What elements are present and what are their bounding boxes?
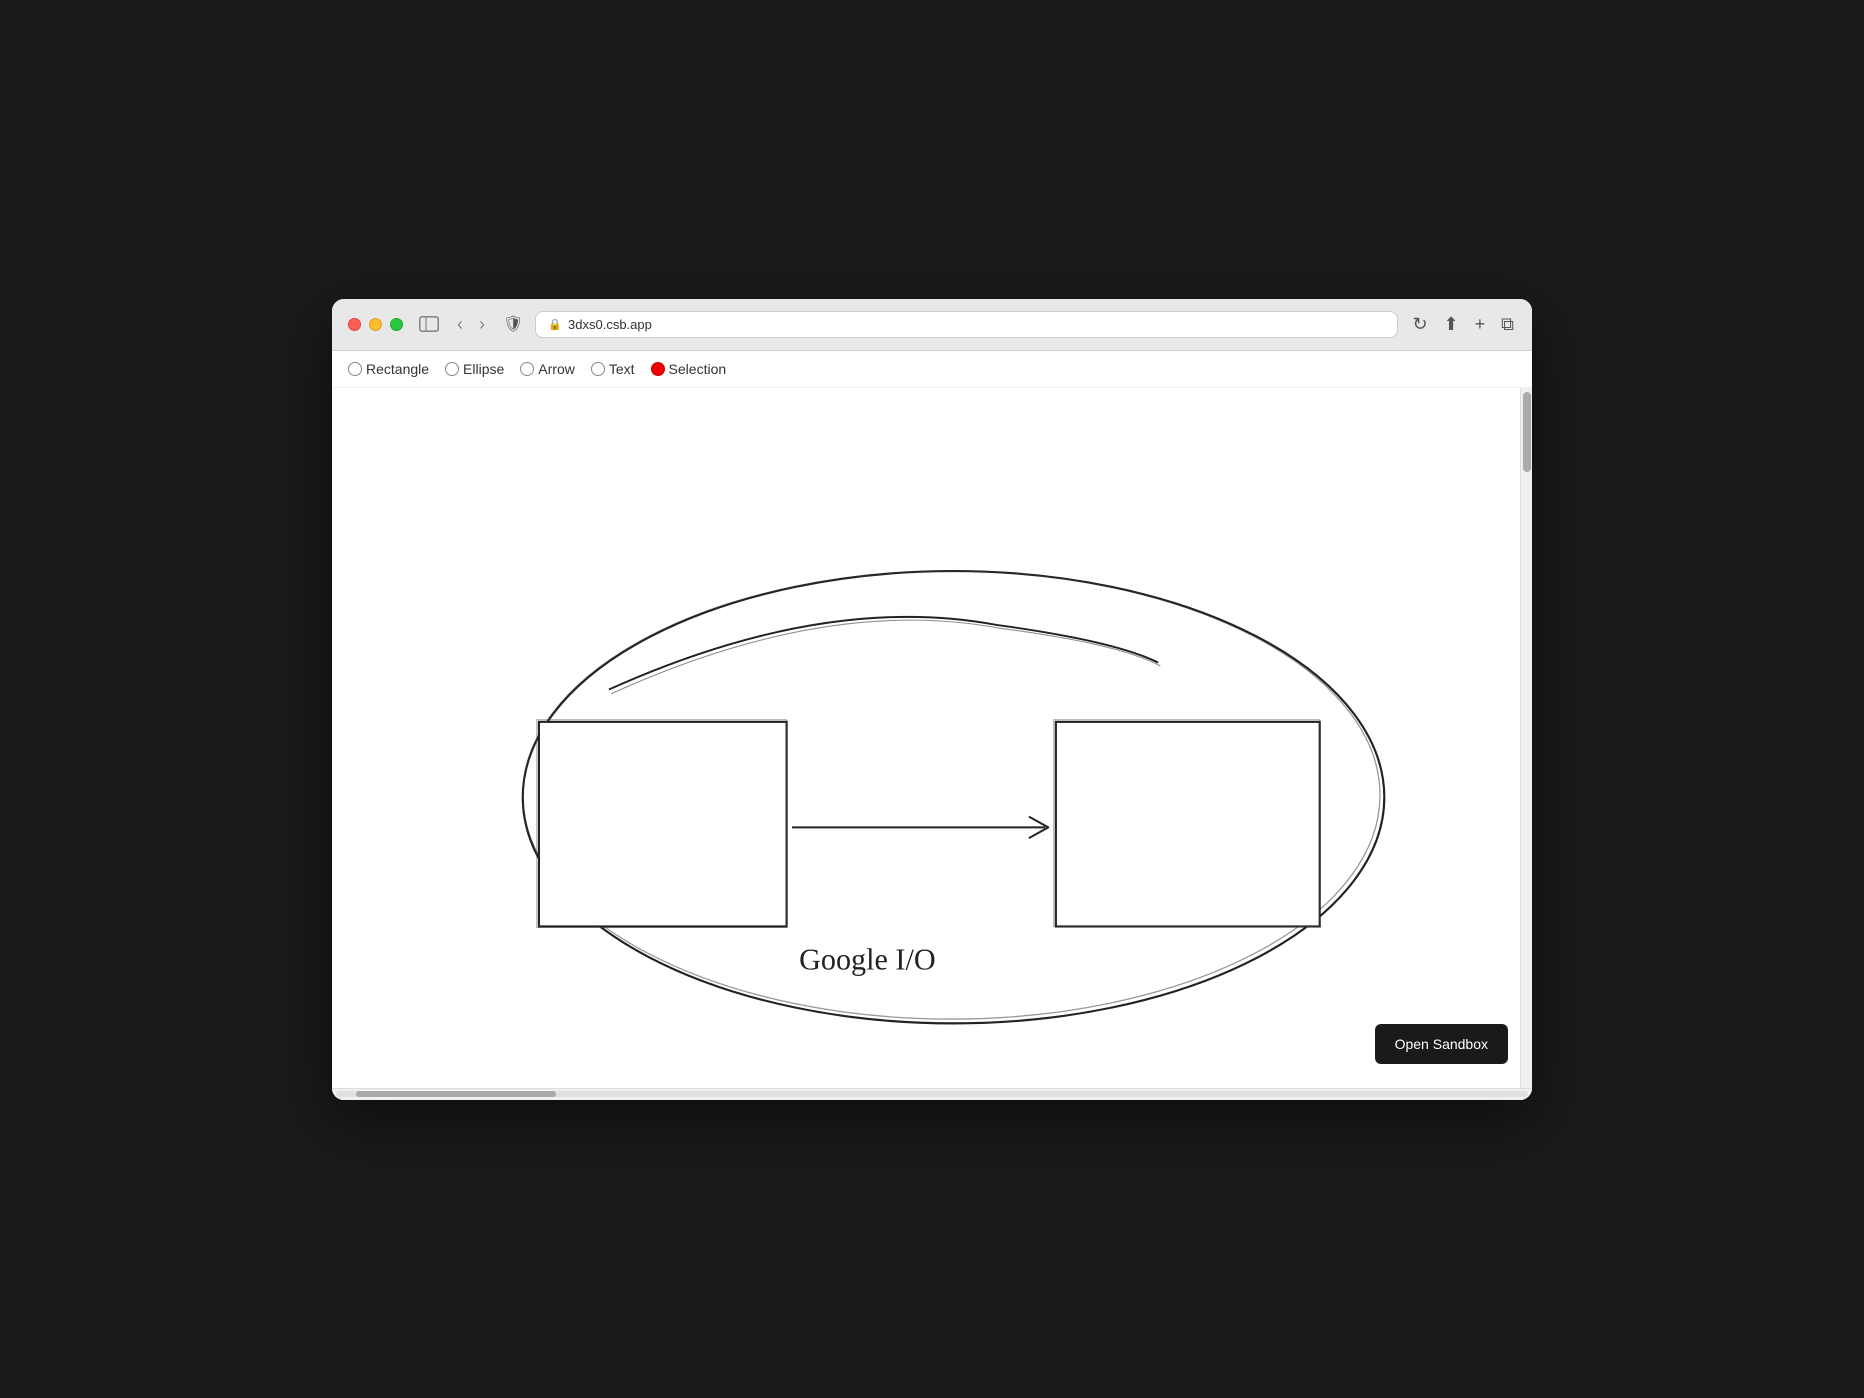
text-radio[interactable]: [591, 362, 605, 376]
arrow-label: Arrow: [538, 361, 575, 377]
tabs-button[interactable]: ⧉: [1499, 312, 1516, 337]
rectangle-label: Rectangle: [366, 361, 429, 377]
tool-arrow[interactable]: Arrow: [520, 361, 575, 377]
tool-ellipse[interactable]: Ellipse: [445, 361, 504, 377]
lock-icon: 🔒: [548, 318, 562, 331]
maximize-button[interactable]: [390, 318, 403, 331]
nav-buttons: ‹ ›: [451, 312, 491, 337]
arrow-radio[interactable]: [520, 362, 534, 376]
new-tab-button[interactable]: +: [1473, 312, 1488, 337]
rectangle-radio[interactable]: [348, 362, 362, 376]
tool-selection[interactable]: Selection: [651, 361, 727, 377]
close-button[interactable]: [348, 318, 361, 331]
reload-button[interactable]: ↻: [1410, 312, 1429, 337]
right-scrollbar-thumb[interactable]: [1523, 392, 1531, 472]
right-scrollbar[interactable]: [1520, 388, 1532, 1088]
selection-radio[interactable]: [651, 362, 665, 376]
title-bar: ‹ › 🛡 🔒 3dxs0.csb.app ↻ ⬆ + ⧉: [332, 299, 1532, 351]
tool-text[interactable]: Text: [591, 361, 635, 377]
url-text: 3dxs0.csb.app: [568, 317, 652, 332]
google-io-text: Google I/O: [799, 942, 935, 976]
sidebar-toggle-button[interactable]: [419, 316, 439, 332]
drawing-toolbar: Rectangle Ellipse Arrow Text Selection: [332, 351, 1532, 388]
open-sandbox-button[interactable]: Open Sandbox: [1375, 1024, 1508, 1064]
forward-button[interactable]: ›: [473, 312, 491, 337]
browser-window: ‹ › 🛡 🔒 3dxs0.csb.app ↻ ⬆ + ⧉ Rectangle …: [332, 299, 1532, 1100]
scrollbar-track: [336, 1091, 1528, 1097]
canvas-area[interactable]: Google I/O Open Sandbox: [332, 388, 1532, 1088]
scrollbar-thumb[interactable]: [356, 1091, 556, 1097]
ellipse-radio[interactable]: [445, 362, 459, 376]
ellipse-label: Ellipse: [463, 361, 504, 377]
traffic-lights: [348, 318, 403, 331]
back-button[interactable]: ‹: [451, 312, 469, 337]
text-label: Text: [609, 361, 635, 377]
bottom-scrollbar[interactable]: [332, 1088, 1532, 1100]
shield-icon: 🛡: [503, 314, 523, 334]
selection-label: Selection: [669, 361, 727, 377]
content-area: Rectangle Ellipse Arrow Text Selection: [332, 351, 1532, 1100]
minimize-button[interactable]: [369, 318, 382, 331]
toolbar-right: ↻ ⬆ + ⧉: [1410, 312, 1516, 337]
share-button[interactable]: ⬆: [1442, 312, 1461, 337]
tool-rectangle[interactable]: Rectangle: [348, 361, 429, 377]
address-bar[interactable]: 🔒 3dxs0.csb.app: [535, 311, 1398, 338]
drawing-canvas[interactable]: Google I/O: [332, 388, 1532, 1088]
